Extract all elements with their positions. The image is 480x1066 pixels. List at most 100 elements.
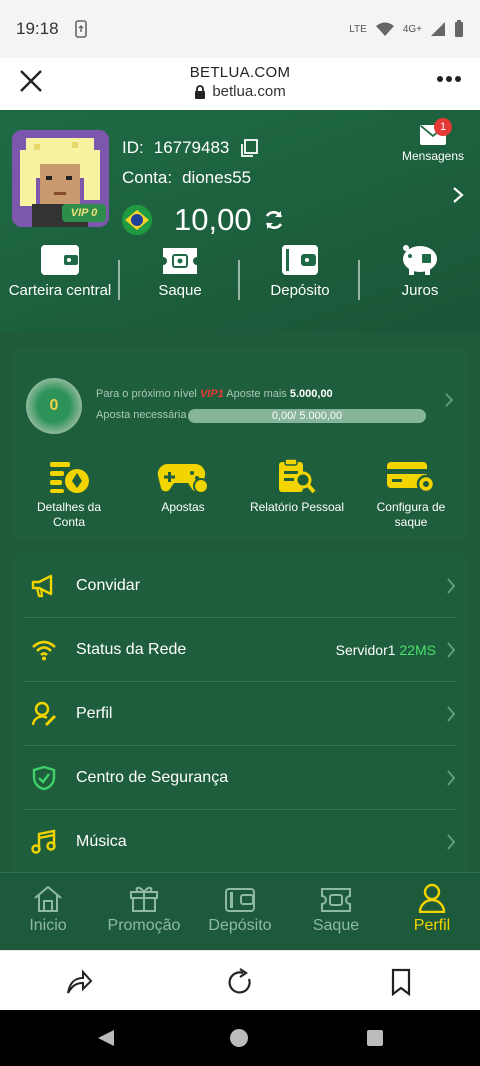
menu-label: Convidar <box>76 577 141 594</box>
wifi-status-icon <box>375 22 394 36</box>
avatar[interactable]: VIP 0 <box>12 130 109 227</box>
status-bar: 19:18 LTE 4G+ <box>0 0 480 58</box>
user-edit-icon <box>31 701 57 727</box>
action-withdraw[interactable]: Saque <box>120 242 240 312</box>
home-nav-icon[interactable] <box>229 1028 249 1048</box>
server-name: Servidor1 <box>335 642 396 658</box>
menu-profile[interactable]: Perfil <box>12 682 468 746</box>
wifi-icon <box>32 640 56 661</box>
chevron-right-icon <box>447 770 456 786</box>
network-type: LTE <box>349 23 367 35</box>
chevron-right-icon <box>447 834 456 850</box>
megaphone-icon <box>31 574 53 598</box>
bottom-nav: Inicio Promoção Depósito Saque Perfil <box>0 872 480 950</box>
id-label: ID: <box>122 138 144 157</box>
chevron-right-icon[interactable] <box>452 186 464 204</box>
signal-icon <box>431 22 445 36</box>
nav-home[interactable]: Inicio <box>0 873 96 950</box>
action-central-wallet[interactable]: Carteira central <box>0 242 120 312</box>
copy-icon[interactable] <box>239 138 259 158</box>
server-latency: 22MS <box>399 642 436 658</box>
next-level-label: Para o próximo nível <box>96 388 197 400</box>
card-wallet-icon <box>282 245 318 275</box>
tool-label-1: Configura de <box>376 500 446 514</box>
wallet-icon <box>41 245 79 275</box>
back-icon[interactable] <box>96 1028 116 1048</box>
action-label: Saque <box>158 282 202 299</box>
tool-label-1: Detalhes da <box>36 500 102 514</box>
tool-account-details[interactable]: Detalhes da Conta <box>12 458 126 530</box>
home-icon <box>34 885 62 912</box>
site-title: BETLUA.COM <box>189 64 291 81</box>
bet-more-amount: 5.000,00 <box>289 388 333 400</box>
ticket-icon <box>163 248 197 274</box>
id-value: 16779483 <box>153 138 230 157</box>
card-settings-icon <box>387 462 436 494</box>
lock-icon <box>195 84 206 99</box>
report-icon <box>279 458 316 494</box>
nav-label: Depósito <box>208 917 272 934</box>
tool-personal-report[interactable]: Relatório Pessoal <box>240 458 354 530</box>
menu-music[interactable]: Música <box>12 810 468 874</box>
server-status: Servidor1 22MS <box>336 642 436 658</box>
chevron-right-icon <box>447 578 456 594</box>
balance-value: 10,00 <box>174 202 252 237</box>
account-row: Conta: diones55 <box>122 164 286 192</box>
tool-label-2: Conta <box>52 515 86 529</box>
menu-label: Status da Rede <box>76 641 187 658</box>
id-row: ID: 16779483 <box>122 134 286 162</box>
shield-icon <box>32 765 56 791</box>
url-text: betlua.com <box>212 83 286 100</box>
gamepad-icon <box>157 463 209 494</box>
status-time: 19:18 <box>16 19 59 38</box>
balance-row: 10,00 <box>122 200 286 240</box>
account-details-icon <box>50 462 89 493</box>
vip-progress-bar: 0,00/ 5.000,00 <box>188 409 426 423</box>
tool-withdraw-settings[interactable]: Configura de saque <box>354 458 468 530</box>
nav-label: Saque <box>312 917 360 934</box>
menu-label: Perfil <box>76 705 113 722</box>
account-label: Conta: <box>122 168 173 187</box>
gift-icon <box>130 886 158 912</box>
menu-network-status[interactable]: Status da Rede Servidor1 22MS <box>12 618 468 682</box>
more-options-icon[interactable] <box>436 74 462 84</box>
browser-bottom-bar <box>0 950 480 1010</box>
menu-invite[interactable]: Convidar <box>12 554 468 618</box>
tool-label-1: Apostas <box>161 500 205 514</box>
action-interest[interactable]: Juros <box>360 242 480 312</box>
medal-level: 0 <box>49 397 59 414</box>
messages-badge: 1 <box>434 118 452 136</box>
quick-actions: Carteira central Saque Depósito Juros <box>0 242 480 312</box>
account-value: diones55 <box>182 168 252 187</box>
action-label: Depósito <box>270 282 330 299</box>
nav-withdraw[interactable]: Saque <box>288 873 384 950</box>
nav-label: Perfil <box>413 917 451 934</box>
reload-icon[interactable] <box>225 967 255 997</box>
tool-bets[interactable]: Apostas <box>126 458 240 530</box>
brazil-flag-icon <box>122 205 152 235</box>
messages-button[interactable]: 1 Mensagens <box>398 118 468 163</box>
needed-label: Aposta necessária <box>96 409 187 421</box>
menu-security-center[interactable]: Centro de Segurança <box>12 746 468 810</box>
bookmark-icon[interactable] <box>386 967 416 997</box>
nav-label: Promoção <box>107 917 181 934</box>
nav-label: Inicio <box>29 917 67 934</box>
profile-info: ID: 16779483 Conta: diones55 10,00 <box>122 134 286 240</box>
refresh-icon[interactable] <box>262 208 286 232</box>
status-indicators: LTE 4G+ <box>349 20 464 38</box>
url-box[interactable]: BETLUA.COM betlua.com <box>0 64 480 100</box>
nav-promotion[interactable]: Promoção <box>96 873 192 950</box>
menu-label: Centro de Segurança <box>76 769 229 786</box>
recents-icon[interactable] <box>366 1029 384 1047</box>
app-content: VIP 0 ID: 16779483 Conta: diones55 10,00 <box>0 110 480 950</box>
nav-profile[interactable]: Perfil <box>384 873 480 950</box>
chevron-right-icon[interactable] <box>444 392 454 408</box>
android-nav-bar <box>0 1010 480 1066</box>
bet-more-label: Aposte mais <box>226 388 287 400</box>
nav-deposit[interactable]: Depósito <box>192 873 288 950</box>
share-icon[interactable] <box>64 967 94 997</box>
battery-icon <box>455 20 463 37</box>
action-deposit[interactable]: Depósito <box>240 242 360 312</box>
menu-label: Música <box>76 833 127 850</box>
vip-medal[interactable]: 0 <box>26 378 82 434</box>
